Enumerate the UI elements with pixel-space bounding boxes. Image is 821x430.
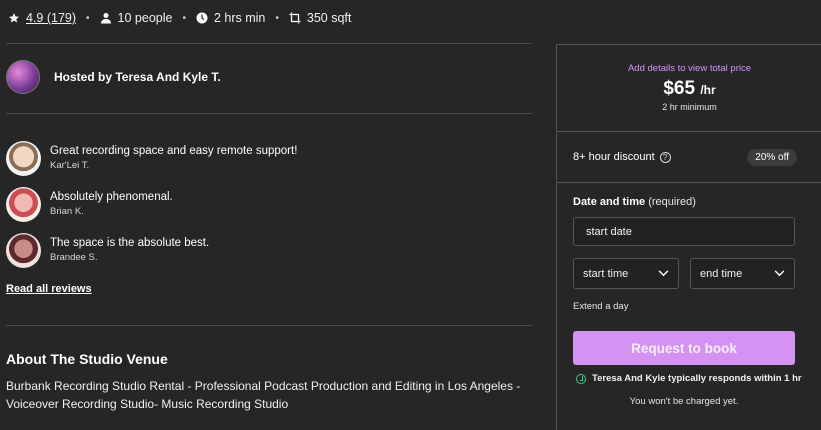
request-to-book-button[interactable]: Request to book [573, 331, 795, 365]
separator-dot: • [275, 12, 279, 24]
chevron-down-icon [774, 268, 785, 280]
rating-link[interactable]: 4.9 (179) [26, 11, 76, 25]
host-section: Hosted by Teresa And Kyle T. [6, 60, 221, 94]
review-quote: Absolutely phenomenal. [50, 191, 173, 203]
clock-check-icon [576, 373, 586, 384]
minimum-hours: 2 hr minimum [662, 102, 717, 112]
duration-text: 2 hrs min [213, 11, 266, 25]
listing-page: 4.9 (179) • 10 people • 2 hrs min • 350 … [0, 0, 821, 430]
reviewer-avatar [6, 233, 41, 268]
divider [6, 325, 532, 326]
duration-stat: 2 hrs min [196, 11, 265, 25]
response-time-text: Teresa And Kyle typically responds withi… [592, 373, 802, 384]
price-section: Add details to view total price $65 /hr … [557, 45, 821, 132]
host-name: Hosted by Teresa And Kyle T. [54, 70, 221, 84]
area-icon [289, 12, 301, 24]
area-stat: 350 sqft [289, 11, 351, 25]
reviewer-avatar [6, 187, 41, 222]
date-time-label: Date and time (required) [573, 196, 696, 208]
discount-text: 8+ hour discount [573, 151, 655, 163]
info-icon[interactable]: ? [659, 151, 671, 163]
review-author: Brian K. [50, 206, 84, 217]
extend-day-link[interactable]: Extend a day [573, 301, 628, 312]
separator-dot: • [182, 12, 186, 24]
discount-label: 8+ hour discount ? [573, 151, 671, 163]
date-time-label-text: Date and time [573, 196, 646, 208]
review-item: The space is the absolute best. Brandee … [6, 233, 209, 268]
divider [6, 43, 532, 44]
start-date-placeholder: start date [586, 225, 632, 238]
review-quote: The space is the absolute best. [50, 237, 210, 249]
star-icon [8, 12, 20, 24]
read-all-reviews-link[interactable]: Read all reviews [6, 283, 92, 295]
required-text: (required) [648, 196, 696, 208]
discount-badge: 20% off [747, 148, 797, 166]
clock-icon [196, 12, 208, 24]
discount-section: 8+ hour discount ? 20% off [557, 132, 821, 183]
reviewer-avatar [6, 141, 41, 176]
about-title: About The Studio Venue [6, 351, 168, 367]
add-details-link[interactable]: Add details to view total price [557, 63, 821, 74]
price-unit: /hr [700, 83, 716, 97]
price: $65 /hr [557, 78, 821, 100]
area-text: 350 sqft [306, 11, 352, 25]
price-amount: $65 [663, 78, 696, 99]
host-avatar[interactable] [6, 60, 40, 94]
start-time-placeholder: start time [583, 267, 629, 280]
listing-stats: 4.9 (179) • 10 people • 2 hrs min • 350 … [8, 8, 351, 28]
end-time-placeholder: end time [700, 267, 743, 280]
review-item: Great recording space and easy remote su… [6, 141, 297, 176]
about-description: Burbank Recording Studio Rental - Profes… [6, 379, 521, 411]
no-charge-note: You won't be charged yet. [629, 396, 739, 407]
booking-card: Add details to view total price $65 /hr … [556, 44, 821, 430]
capacity-stat: 10 people [100, 11, 173, 25]
review-author: Brandee S. [50, 252, 98, 263]
review-item: Absolutely phenomenal. Brian K. [6, 187, 173, 222]
end-time-select[interactable]: end time [690, 258, 795, 289]
review-author: Kar'Lei T. [50, 160, 90, 171]
rating-stat[interactable]: 4.9 (179) [8, 11, 76, 25]
separator-dot: • [86, 12, 90, 24]
capacity-text: 10 people [117, 11, 173, 25]
chevron-down-icon [658, 268, 669, 280]
person-icon [100, 12, 112, 24]
start-time-select[interactable]: start time [573, 258, 679, 289]
divider [6, 113, 532, 114]
review-quote: Great recording space and easy remote su… [50, 145, 298, 157]
response-time-note: Teresa And Kyle typically responds withi… [576, 373, 802, 384]
start-date-input[interactable]: start date [573, 217, 795, 246]
